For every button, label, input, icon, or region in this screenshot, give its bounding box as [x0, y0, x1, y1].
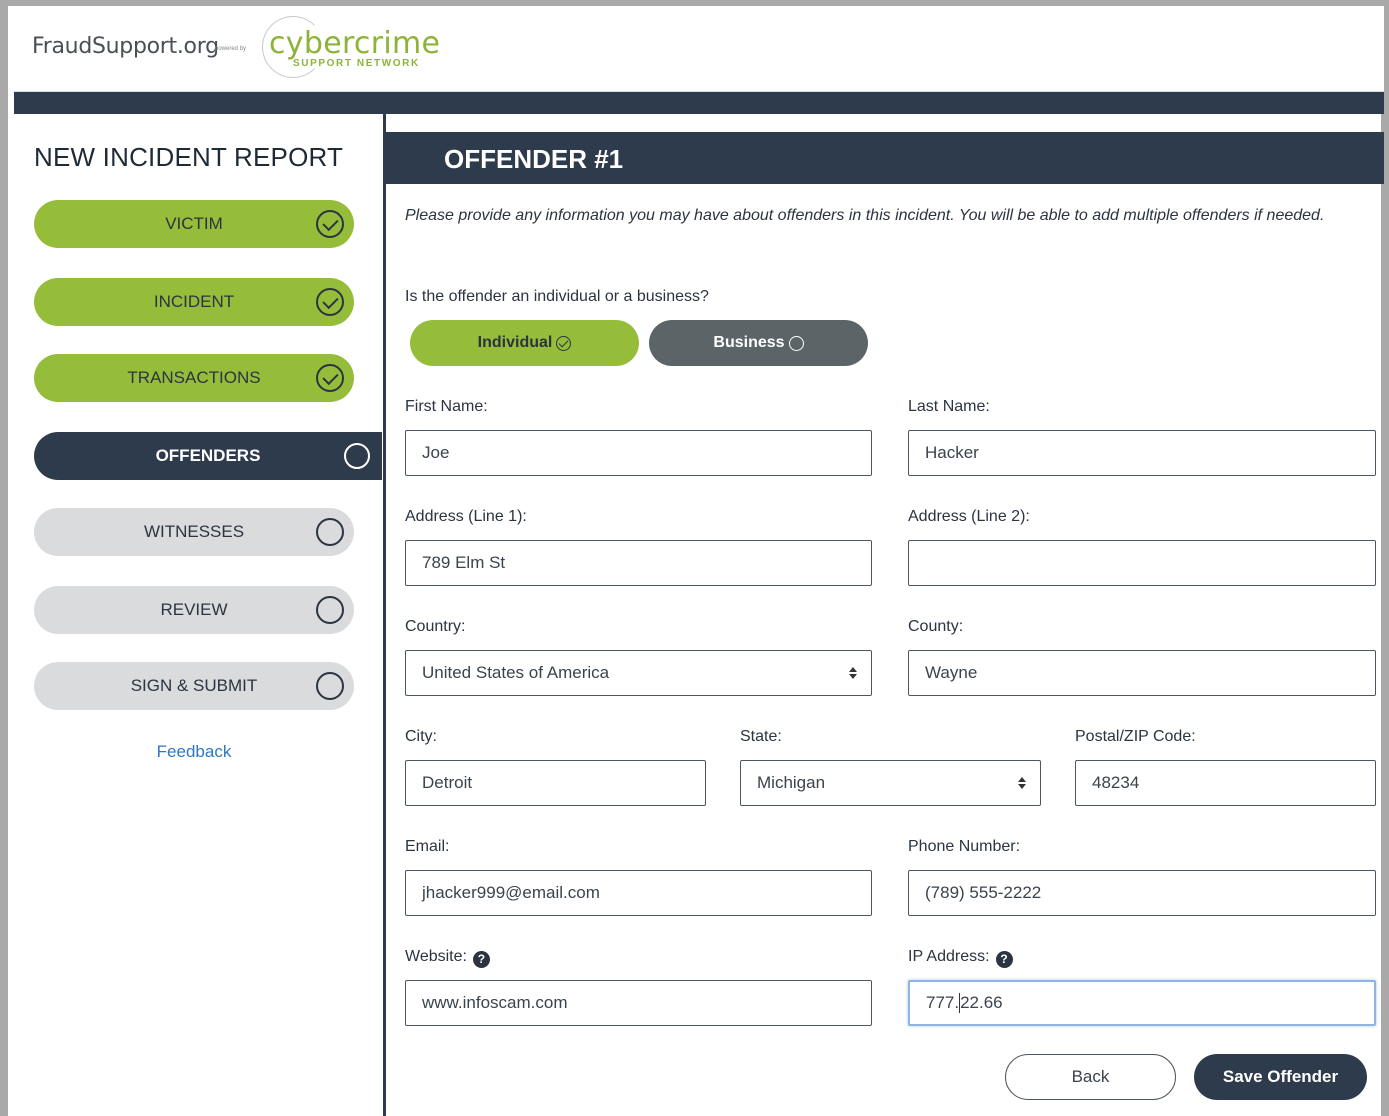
website-value: www.infoscam.com: [422, 993, 568, 1012]
address1-input[interactable]: 789 Elm St: [405, 540, 872, 586]
check-circle-icon: [556, 335, 572, 351]
ip-input[interactable]: 777. 22.66: [908, 980, 1376, 1026]
ip-label: IP Address:: [908, 948, 990, 965]
offender-type-question: Is the offender an individual or a busin…: [405, 288, 709, 305]
website-label: Website:: [405, 948, 467, 965]
individual-toggle[interactable]: Individual: [410, 320, 639, 366]
phone-value: (789) 555-2222: [925, 883, 1042, 902]
step-label: INCIDENT: [153, 292, 235, 311]
city-value: Detroit: [422, 773, 473, 792]
step-witnesses[interactable]: WITNESSES: [34, 508, 354, 556]
zip-label: Postal/ZIP Code:: [1075, 728, 1196, 745]
website-input[interactable]: www.infoscam.com: [405, 980, 872, 1026]
empty-circle-icon: [316, 672, 344, 700]
step-victim[interactable]: VICTIM: [34, 200, 354, 248]
ip-value-before-caret: 777.: [926, 993, 960, 1012]
save-offender-button[interactable]: Save Offender: [1194, 1054, 1367, 1100]
check-circle-icon: [316, 210, 344, 238]
county-input[interactable]: Wayne: [908, 650, 1376, 696]
step-label: OFFENDERS: [155, 446, 261, 465]
select-arrows-icon: [1018, 775, 1026, 791]
step-label: SIGN & SUBMIT: [130, 676, 258, 695]
zip-value: 48234: [1092, 773, 1140, 792]
question-circle-icon[interactable]: ?: [995, 951, 1013, 968]
last-name-input[interactable]: Hacker: [908, 430, 1376, 476]
address2-input[interactable]: [908, 540, 1376, 586]
question-circle-icon[interactable]: ?: [472, 951, 490, 968]
partner-logo-subtitle: SUPPORT NETWORK: [293, 58, 420, 69]
brand-logo[interactable]: FraudSupport.org: [32, 34, 219, 59]
address2-label: Address (Line 2):: [908, 508, 1030, 525]
city-input[interactable]: Detroit: [405, 760, 706, 806]
partner-logo[interactable]: cybercrime: [269, 26, 440, 61]
powered-by-text: powered by: [215, 46, 247, 52]
step-label: WITNESSES: [143, 522, 245, 541]
back-button[interactable]: Back: [1005, 1054, 1176, 1100]
ip-value-after-caret: 22.66: [960, 993, 1003, 1012]
sidebar-title: NEW INCIDENT REPORT: [34, 142, 344, 172]
section-header: OFFENDER #1: [386, 132, 1384, 184]
step-label: TRANSACTIONS: [127, 368, 261, 387]
country-select[interactable]: United States of America: [405, 650, 872, 696]
empty-circle-icon: [316, 596, 344, 624]
address1-label: Address (Line 1):: [405, 508, 527, 525]
first-name-input[interactable]: Joe: [405, 430, 872, 476]
empty-circle-icon: [316, 518, 344, 546]
feedback-link[interactable]: Feedback: [34, 742, 354, 762]
intro-text: Please provide any information you may h…: [405, 207, 1325, 224]
main-content: OFFENDER #1 Please provide any informati…: [386, 114, 1384, 1116]
sidebar: NEW INCIDENT REPORT VICTIM INCIDENT TRAN…: [14, 114, 384, 1116]
email-input[interactable]: jhacker999@email.com: [405, 870, 872, 916]
country-label: Country:: [405, 618, 466, 635]
step-label: VICTIM: [165, 214, 223, 233]
page-title: OFFENDER #1: [444, 144, 624, 174]
check-circle-icon: [316, 288, 344, 316]
business-label: Business: [713, 334, 785, 351]
city-label: City:: [405, 728, 437, 745]
state-select[interactable]: Michigan: [740, 760, 1041, 806]
first-name-value: Joe: [422, 443, 450, 462]
empty-circle-icon: [344, 443, 370, 469]
email-label: Email:: [405, 838, 450, 855]
state-value: Michigan: [757, 773, 826, 792]
last-name-label: Last Name:: [908, 398, 990, 415]
select-arrows-icon: [849, 665, 857, 681]
check-circle-icon: [316, 364, 344, 392]
business-toggle[interactable]: Business: [649, 320, 868, 366]
first-name-label: First Name:: [405, 398, 488, 415]
step-review[interactable]: REVIEW: [34, 586, 354, 634]
country-value: United States of America: [422, 663, 610, 682]
step-transactions[interactable]: TRANSACTIONS: [34, 354, 354, 402]
individual-label: Individual: [477, 334, 553, 351]
ip-label-row: IP Address:?: [908, 948, 1013, 968]
empty-circle-icon: [788, 335, 804, 351]
step-offenders[interactable]: OFFENDERS: [34, 432, 382, 480]
email-value: jhacker999@email.com: [422, 883, 600, 902]
phone-input[interactable]: (789) 555-2222: [908, 870, 1376, 916]
last-name-value: Hacker: [925, 443, 979, 462]
website-label-row: Website:?: [405, 948, 490, 968]
window-frame-left: [0, 0, 8, 1116]
county-value: Wayne: [925, 663, 978, 682]
header-bar: [14, 92, 1384, 114]
step-label: REVIEW: [160, 600, 228, 619]
step-incident[interactable]: INCIDENT: [34, 278, 354, 326]
zip-input[interactable]: 48234: [1075, 760, 1376, 806]
phone-label: Phone Number:: [908, 838, 1021, 855]
state-label: State:: [740, 728, 782, 745]
address1-value: 789 Elm St: [422, 553, 506, 572]
site-header: FraudSupport.org powered by cybercrime S…: [14, 6, 1384, 92]
step-sign-submit[interactable]: SIGN & SUBMIT: [34, 662, 354, 710]
county-label: County:: [908, 618, 964, 635]
